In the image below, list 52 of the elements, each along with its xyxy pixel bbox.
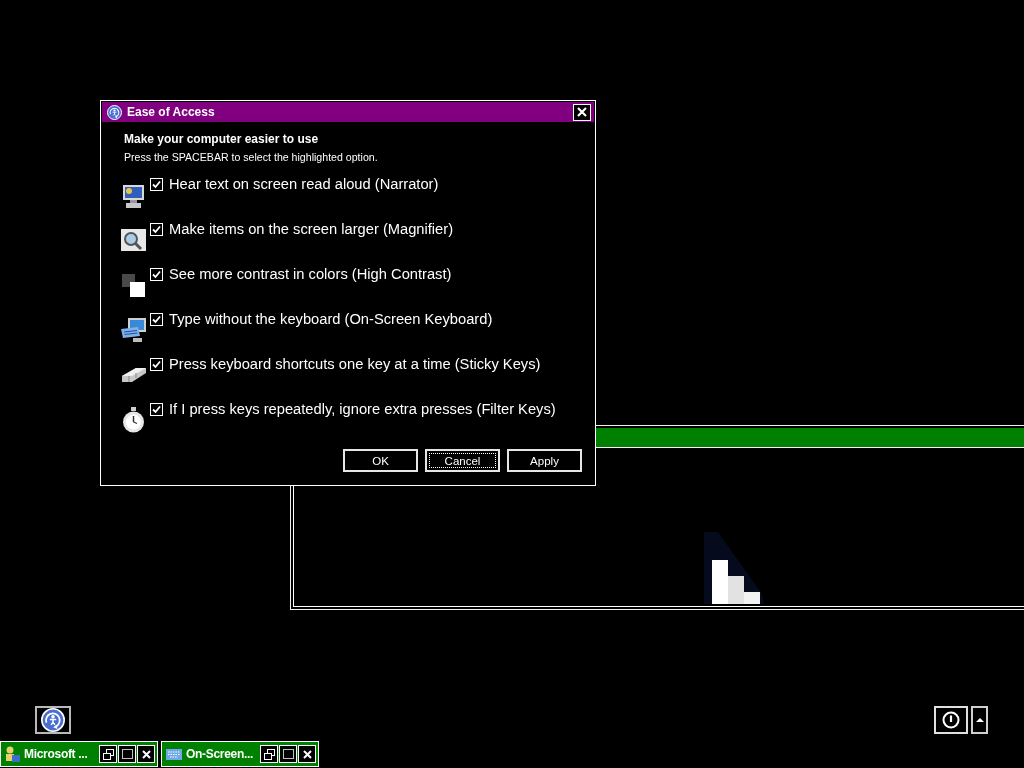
dialog-button[interactable]: Apply — [507, 449, 582, 472]
option-label: Press keyboard shortcuts one key at a time (Sticky Keys) — [169, 356, 541, 372]
power-options-button[interactable] — [971, 706, 988, 734]
magnifying-glass-icon — [121, 229, 146, 251]
restore-icon — [263, 748, 275, 760]
option-label: If I press keys repeatedly, ignore extra presses (Filter Keys) — [169, 401, 556, 417]
close-button[interactable] — [573, 103, 591, 121]
close-button[interactable] — [298, 745, 316, 763]
dialog-heading: Make your computer easier to use — [124, 132, 319, 147]
option-label: See more contrast in colors (High Contrast) — [169, 266, 452, 282]
maximize-button[interactable] — [279, 745, 297, 763]
option-label: Hear text on screen read aloud (Narrator) — [169, 176, 439, 192]
minimized-window[interactable]: On-Screen... — [161, 741, 319, 767]
instruction-text: Press the SPACEBAR to select the highlighted option. — [124, 151, 378, 164]
option-label: Make items on the screen larger (Magnifier) — [169, 221, 454, 237]
person-icon — [5, 746, 20, 762]
close-icon — [302, 749, 312, 759]
checkbox[interactable] — [150, 223, 163, 236]
dialog-button[interactable]: OK — [343, 449, 418, 472]
maximize-icon — [121, 749, 133, 759]
close-icon — [577, 107, 587, 117]
close-icon — [141, 749, 151, 759]
window-title: Microsoft ... — [24, 747, 88, 761]
stopwatch-icon — [121, 407, 146, 433]
contrast-squares-icon — [122, 273, 145, 297]
checkbox[interactable] — [150, 178, 163, 191]
restore-icon — [102, 748, 114, 760]
window-title: Ease of Access — [127, 105, 215, 119]
maximize-button[interactable] — [118, 745, 136, 763]
ease-of-access-button[interactable] — [35, 706, 71, 734]
option-label: Type without the keyboard (On-Screen Keyboard) — [169, 311, 493, 327]
power-icon — [942, 711, 960, 729]
keyboard-icon — [121, 318, 146, 342]
accessibility-icon — [107, 104, 122, 120]
accessibility-icon — [41, 708, 65, 732]
minimized-window[interactable]: Microsoft ... — [0, 741, 158, 767]
checkbox[interactable] — [150, 268, 163, 281]
dialog-button[interactable]: Cancel — [425, 449, 500, 472]
window-title: On-Screen... — [186, 747, 254, 761]
magnified-pointer-drawing — [704, 532, 764, 604]
checkbox[interactable] — [150, 358, 163, 371]
caret-icon — [975, 718, 984, 722]
checkbox[interactable] — [150, 403, 163, 416]
monitor-icon — [121, 182, 146, 208]
maximize-icon — [282, 749, 294, 759]
keys-icon — [121, 368, 146, 382]
power-button[interactable] — [934, 706, 968, 734]
restore-button[interactable] — [99, 745, 117, 763]
keyboard-icon — [166, 748, 182, 760]
close-button[interactable] — [137, 745, 155, 763]
restore-button[interactable] — [260, 745, 278, 763]
checkbox[interactable] — [150, 313, 163, 326]
